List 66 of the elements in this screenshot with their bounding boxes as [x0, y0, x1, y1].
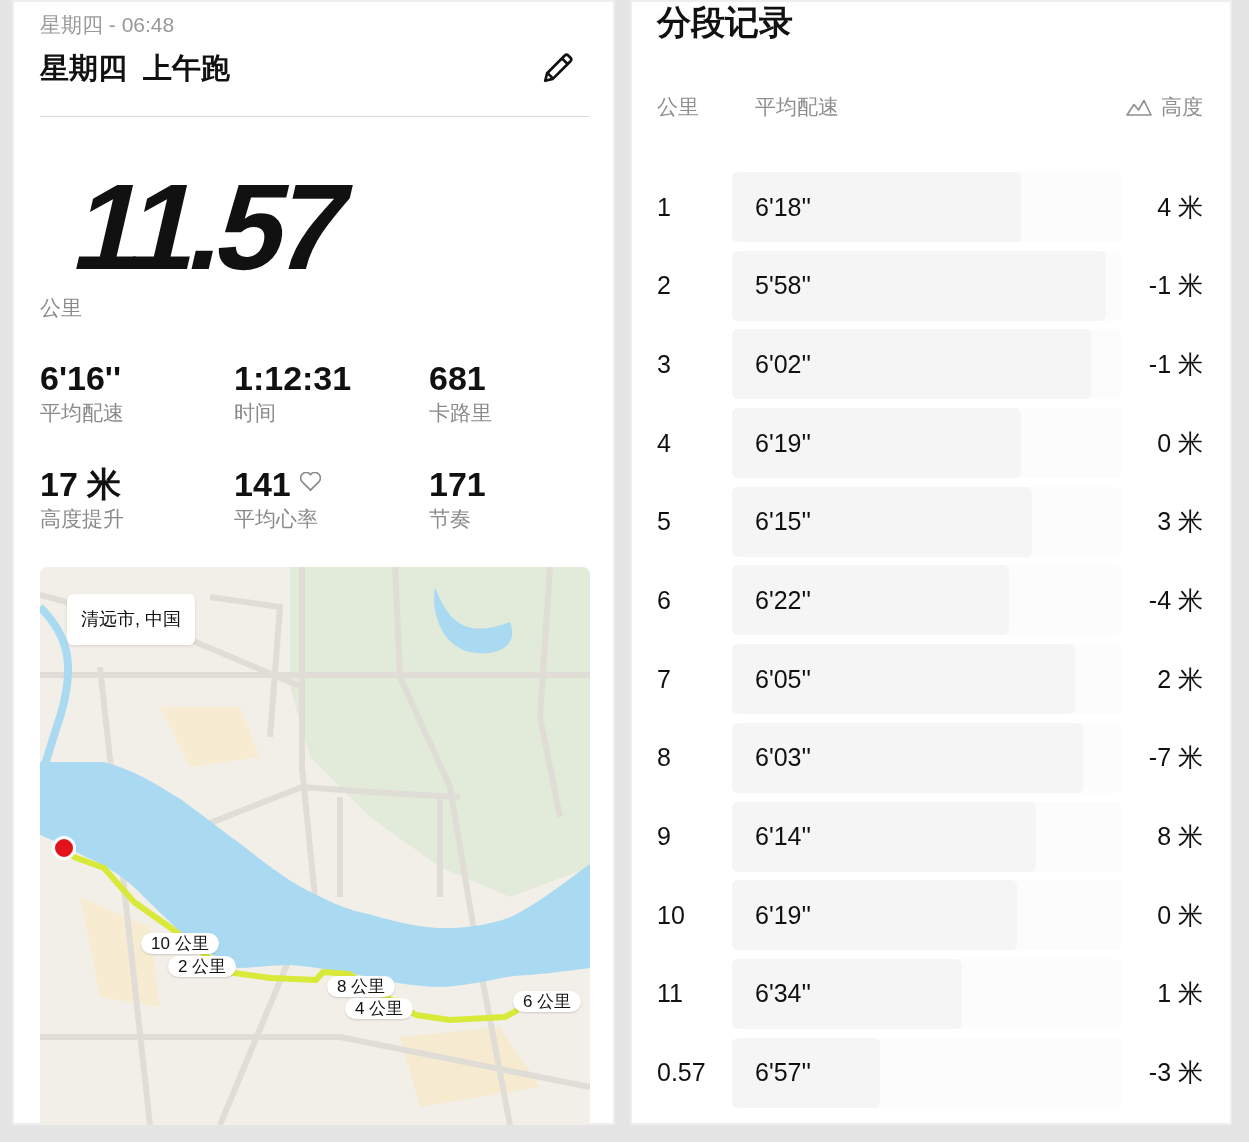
pace-value: 6'19'' — [755, 900, 812, 930]
distance-marker: 6 公里 — [513, 991, 582, 1012]
elevation-value: -7 米 — [1147, 742, 1203, 774]
split-km: 3 — [657, 349, 672, 379]
pace-value: 6'15'' — [755, 507, 812, 537]
distance-unit: 公里 — [40, 295, 83, 321]
split-km: 2 — [657, 271, 672, 301]
pace-value: 6'18'' — [755, 192, 812, 222]
stat-value: 681 — [429, 358, 486, 398]
stat-label: 节奏 — [429, 506, 472, 532]
elevation-value: 1 米 — [1156, 978, 1203, 1010]
distance-marker: 10 公里 — [141, 933, 219, 954]
heart-icon — [299, 471, 321, 491]
elevation-value: -4 米 — [1147, 584, 1203, 616]
elevation-value: 0 米 — [1156, 899, 1203, 931]
column-header: 平均配速 — [755, 94, 839, 120]
split-km: 5 — [657, 507, 672, 537]
elevation-value: 3 米 — [1156, 506, 1203, 538]
pace-value: 6'02'' — [755, 349, 812, 379]
column-header: 高度 — [1161, 94, 1203, 120]
pace-value: 6'34'' — [755, 979, 812, 1009]
split-km: 6 — [657, 585, 672, 615]
elevation-value: 0 米 — [1156, 427, 1203, 459]
elevation-value: -1 米 — [1147, 348, 1203, 380]
activity-title: 星期四 上午跑 — [40, 51, 231, 86]
pace-value: 6'03'' — [755, 743, 812, 773]
pace-value: 6'14'' — [755, 822, 812, 851]
elevation-value: 8 米 — [1156, 821, 1203, 852]
stat-value: 17 米 — [40, 464, 122, 504]
pace-value: 6'19'' — [755, 428, 812, 458]
distance-value: 11.57 — [64, 166, 359, 288]
pace-value: 6'22'' — [755, 585, 812, 615]
location-label: 清远市, 中国 — [67, 594, 195, 645]
pencil-icon — [543, 53, 573, 83]
elevation-value: -1 米 — [1147, 270, 1203, 302]
split-km: 0.57 — [657, 1058, 707, 1088]
edit-button[interactable] — [543, 53, 573, 83]
stat-label: 平均心率 — [234, 506, 319, 532]
stat-label: 卡路里 — [429, 400, 493, 426]
splits-title: 分段记录 — [657, 2, 794, 43]
stat-value: 1:12:31 — [234, 358, 352, 398]
stat-label: 高度提升 — [40, 506, 125, 532]
stat-value: 141 — [234, 464, 291, 504]
distance-marker: 8 公里 — [327, 976, 396, 997]
split-km: 11 — [657, 979, 684, 1009]
pace-value: 6'57'' — [755, 1058, 812, 1088]
column-header: 公里 — [657, 94, 699, 120]
stat-label: 平均配速 — [40, 400, 125, 426]
elevation-value: 2 米 — [1156, 663, 1203, 695]
distance-marker: 2 公里 — [168, 956, 237, 977]
stat-value: 171 — [429, 464, 486, 504]
distance-marker: 4 公里 — [345, 998, 414, 1019]
pace-value: 5'58'' — [755, 271, 812, 301]
split-km: 4 — [657, 428, 672, 458]
elevation-icon — [1126, 98, 1152, 116]
pace-value: 6'05'' — [755, 664, 812, 694]
stat-value: 6'16'' — [40, 358, 121, 398]
split-km: 7 — [657, 664, 672, 694]
split-km: 1 — [657, 192, 672, 222]
split-km: 8 — [657, 743, 672, 773]
activity-date-time: 星期四 - 06:48 — [40, 12, 176, 38]
elevation-value: 4 米 — [1156, 191, 1203, 223]
split-km: 9 — [657, 822, 672, 851]
stat-label: 时间 — [234, 400, 277, 426]
split-km: 10 — [657, 900, 686, 930]
elevation-value: -3 米 — [1147, 1057, 1203, 1089]
